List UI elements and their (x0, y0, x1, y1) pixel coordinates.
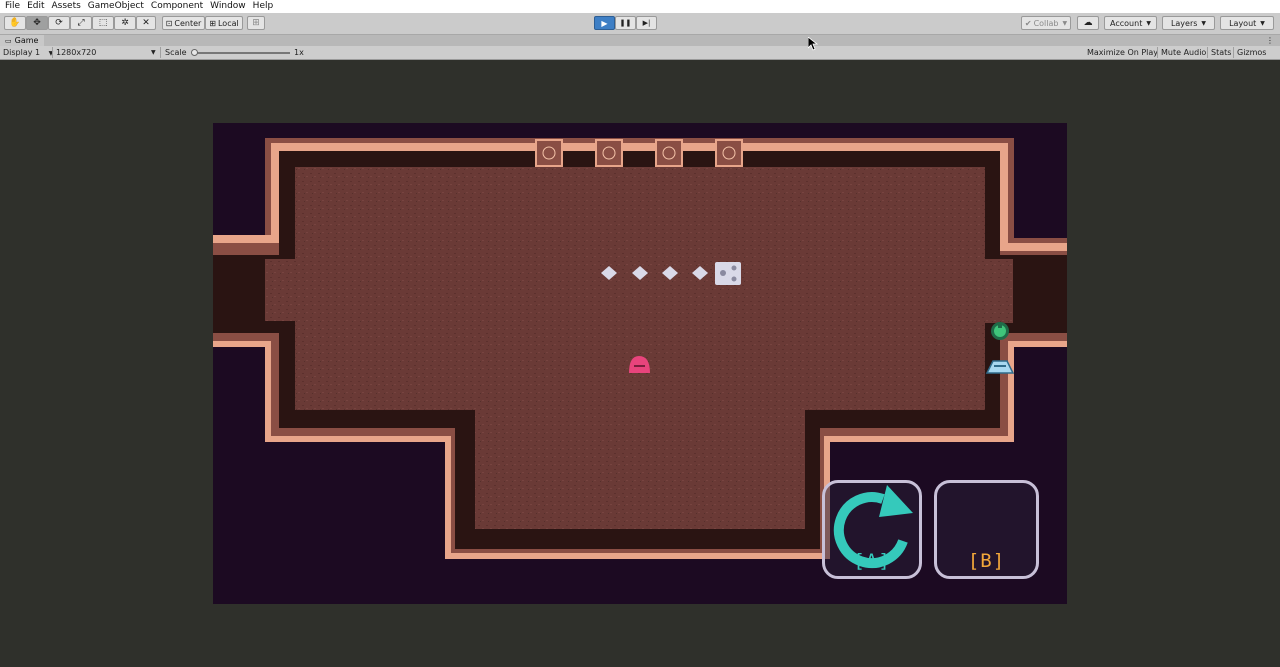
resolution-dropdown[interactable]: 1280x720 ▼ (56, 46, 156, 59)
tab-options-icon[interactable]: ⋮ (1266, 35, 1274, 46)
display-label: Display 1 (3, 48, 41, 57)
space-label: Local (217, 18, 239, 28)
green-item-icon (991, 322, 1009, 340)
game-viewport[interactable]: [A] [B] (213, 123, 1067, 604)
transform-icon: ✲ (121, 17, 129, 28)
menu-assets[interactable]: Assets (47, 0, 81, 13)
action-button-a[interactable]: [A] (822, 480, 922, 579)
scale-icon: ⤢ (77, 17, 85, 28)
menu-edit[interactable]: Edit (22, 0, 44, 13)
layout-label: Layout (1229, 18, 1257, 28)
pivot-label: Center (174, 18, 202, 28)
chevron-down-icon: ▼ (1062, 19, 1068, 27)
custom-tool-button[interactable]: ✕ (136, 16, 156, 30)
menu-window[interactable]: Window (205, 0, 246, 13)
menu-component[interactable]: Component (146, 0, 203, 13)
divider (1157, 47, 1158, 58)
local-icon: ⊞ (209, 18, 216, 28)
cloud-icon: ☁ (1083, 17, 1093, 28)
layers-dropdown[interactable]: Layers ▼ (1162, 16, 1215, 30)
step-icon: ▶| (642, 18, 651, 27)
pivot-space-button[interactable]: ⊞ Local (205, 16, 243, 30)
game-view-icon: ▭ (5, 36, 12, 45)
menu-bar: File Edit Assets GameObject Component Wi… (0, 0, 1280, 13)
account-dropdown[interactable]: Account ▼ (1104, 16, 1157, 30)
custom-tool-icon: ✕ (142, 17, 150, 28)
ornament-tile (715, 139, 743, 167)
step-button[interactable]: ▶| (636, 16, 657, 30)
rect-icon: ⬚ (98, 17, 108, 28)
move-icon: ✥ (33, 17, 41, 28)
play-button[interactable]: ▶ (594, 16, 615, 30)
scale-label: Scale (165, 48, 187, 57)
gizmos-dropdown[interactable]: Gizmos (1237, 46, 1266, 59)
stats-toggle[interactable]: Stats (1211, 46, 1231, 59)
cloud-button[interactable]: ☁ (1077, 16, 1099, 30)
rotate-icon: ⟳ (55, 17, 63, 28)
pivot-icon: ⊡ (165, 18, 173, 28)
maximize-on-play-toggle[interactable]: Maximize On Play (1087, 46, 1158, 59)
tab-game[interactable]: ▭ Game (0, 35, 45, 46)
divider (52, 47, 53, 58)
chevron-down-icon: ▼ (151, 49, 156, 56)
rect-tool-button[interactable]: ⬚ (92, 16, 114, 30)
divider (1233, 47, 1234, 58)
scale-slider-track[interactable] (194, 52, 290, 54)
rotate-tool-button[interactable]: ⟳ (48, 16, 70, 30)
ornament-tile (535, 139, 563, 167)
tab-bar: ▭ Game ⋮ (0, 35, 1280, 46)
mute-audio-toggle[interactable]: Mute Audio (1161, 46, 1206, 59)
menu-file[interactable]: File (0, 0, 20, 13)
pause-button[interactable]: ❚❚ (615, 16, 636, 30)
transform-tool-button[interactable]: ✲ (114, 16, 136, 30)
pivot-mode-button[interactable]: ⊡ Center (162, 16, 205, 30)
ornament-tile (595, 139, 623, 167)
grid-snap-icon: ⊞ (252, 17, 260, 28)
snap-button[interactable]: ⊞ (247, 16, 265, 30)
display-dropdown[interactable]: Display 1 ▼ (3, 46, 53, 59)
hand-icon: ✋ (9, 17, 21, 28)
menu-gameobject[interactable]: GameObject (83, 0, 144, 13)
pause-icon: ❚❚ (619, 18, 632, 27)
resolution-label: 1280x720 (56, 48, 97, 57)
toolbar: ✋ ✥ ⟳ ⤢ ⬚ ✲ ✕ ⊡ Center ⊞ Local ⊞ ▶ ❚❚ ▶|… (0, 13, 1280, 35)
layout-dropdown[interactable]: Layout ▼ (1220, 16, 1274, 30)
layers-label: Layers (1170, 18, 1198, 28)
move-tool-button[interactable]: ✥ (26, 16, 48, 30)
game-view-bar: Display 1 ▼ 1280x720 ▼ Scale 1x Maximize… (0, 46, 1280, 60)
menu-help[interactable]: Help (248, 0, 274, 13)
snake-head (715, 262, 741, 285)
hand-tool-button[interactable]: ✋ (4, 16, 26, 30)
divider (160, 47, 161, 58)
ornament-tile (655, 139, 683, 167)
scale-slider-handle[interactable] (191, 49, 198, 56)
chevron-down-icon: ▼ (1146, 19, 1151, 27)
collab-label: Collab (1033, 18, 1059, 28)
check-icon: ✔ (1024, 18, 1032, 28)
collab-button[interactable]: ✔ Collab ▼ (1021, 16, 1071, 30)
play-icon: ▶ (601, 18, 608, 28)
button-a-label: [A] (853, 550, 891, 572)
chevron-down-icon: ▼ (1260, 19, 1265, 27)
mouse-cursor-icon (808, 37, 818, 51)
action-button-b[interactable]: [B] (934, 480, 1039, 579)
scale-value: 1x (294, 48, 304, 57)
scale-tool-button[interactable]: ⤢ (70, 16, 92, 30)
account-label: Account (1110, 18, 1143, 28)
chevron-down-icon: ▼ (1201, 19, 1207, 27)
tab-game-label: Game (14, 36, 39, 45)
button-b-label: [B] (967, 550, 1006, 572)
divider (1207, 47, 1208, 58)
